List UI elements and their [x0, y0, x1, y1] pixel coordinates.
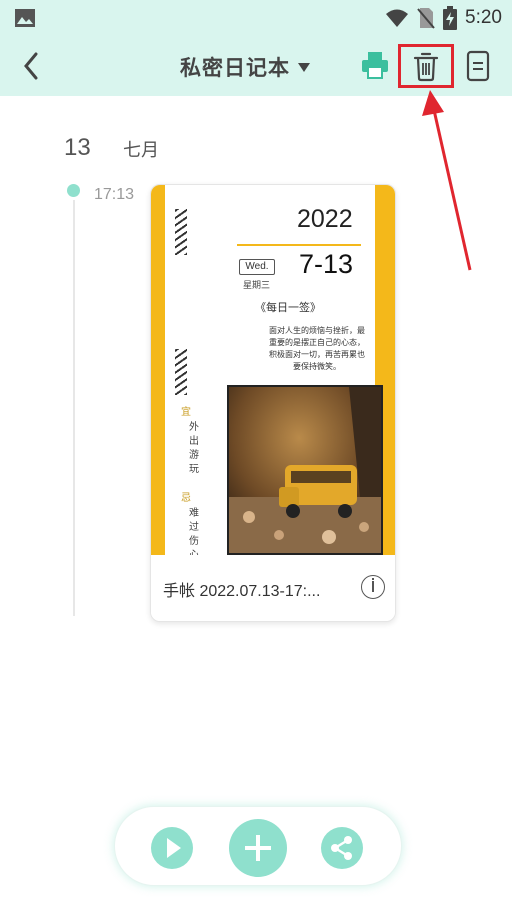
image-icon: [15, 9, 35, 27]
thumbnail-year: 2022: [297, 205, 353, 233]
wifi-icon: [386, 9, 409, 27]
page-title: 私密日记本: [180, 56, 290, 80]
thumbnail-date: 7-13: [299, 249, 354, 279]
diary-entry-card[interactable]: 2022 Wed. 星期三 7-13 《每日一签》 面对人生的烦恼与挫折，最重要…: [150, 184, 396, 622]
annotation-arrow: [422, 90, 472, 271]
timeline-day: 13: [64, 134, 91, 161]
bottom-action-bar: [114, 806, 402, 886]
info-icon[interactable]: [361, 575, 385, 599]
entry-title[interactable]: 手帐 2022.07.13-17:...: [163, 577, 320, 601]
status-bar: 5:20: [0, 0, 512, 36]
bus-photo: [227, 385, 383, 555]
daily-quote-heading: 《每日一签》: [255, 301, 321, 314]
print-icon[interactable]: [360, 50, 390, 80]
play-icon[interactable]: [151, 827, 193, 869]
tag-ji: 忌: [181, 493, 191, 504]
weekday-cn: 星期三: [243, 281, 271, 291]
no-sim-icon: [417, 8, 435, 29]
thumbnail-left-bar: [151, 185, 165, 555]
share-icon[interactable]: [321, 827, 363, 869]
hatch-decoration: [175, 209, 187, 255]
status-time: 5:20: [465, 7, 502, 28]
year-underline: [237, 244, 361, 246]
dropdown-caret-icon: [298, 62, 310, 72]
card-footer: 手帐 2022.07.13-17:...: [151, 555, 395, 621]
timeline-dot: [67, 184, 80, 197]
weekday-en: Wed.: [239, 259, 275, 275]
document-icon[interactable]: [466, 50, 490, 82]
back-icon[interactable]: [18, 50, 44, 82]
tag-yi: 宜: [181, 407, 191, 418]
trash-icon[interactable]: [412, 50, 440, 82]
daily-quote-text: 面对人生的烦恼与挫折，最重要的是摆正自己的心态，积极面对一切，再苦再累也要保持微…: [269, 326, 365, 371]
timeline-month: 七月: [123, 140, 159, 161]
entry-time: 17:13: [94, 186, 135, 203]
thumbnail-right-bar: [375, 185, 395, 385]
hatch-decoration: [175, 349, 187, 395]
entry-thumbnail[interactable]: 2022 Wed. 星期三 7-13 《每日一签》 面对人生的烦恼与挫折，最重要…: [151, 185, 395, 561]
add-icon[interactable]: [229, 819, 287, 877]
yi-text: 外出游玩: [189, 422, 199, 475]
notebook-selector[interactable]: 私密日记本: [180, 52, 310, 82]
thumbnail-right-bar-lower: [383, 385, 395, 555]
timeline-line: [73, 200, 75, 616]
battery-charging-icon: [443, 6, 458, 30]
